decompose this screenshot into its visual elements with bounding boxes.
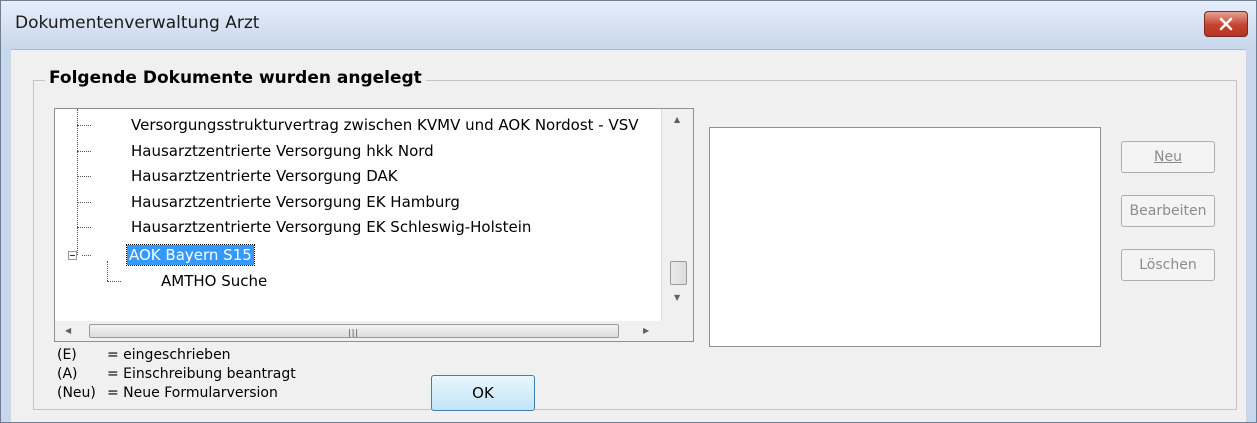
tree-item[interactable]: Hausarztzentrierte Versorgung EK Schlesw… xyxy=(131,217,531,237)
scroll-down-icon[interactable]: ▼ xyxy=(674,293,680,302)
detail-listbox[interactable] xyxy=(709,127,1101,347)
tree-connector xyxy=(107,281,121,282)
tree-connector xyxy=(77,125,91,126)
scroll-up-icon[interactable]: ▲ xyxy=(674,115,680,124)
ok-button-label: OK xyxy=(472,384,494,402)
legend-text: = Einschreibung beantragt xyxy=(107,366,296,382)
new-button[interactable]: Neu xyxy=(1121,141,1215,173)
document-tree[interactable]: Versorgungsstrukturvertrag zwischen KVMV… xyxy=(54,108,694,342)
edit-button[interactable]: Bearbeiten xyxy=(1121,195,1215,227)
window-frame-left xyxy=(1,49,11,422)
tree-item[interactable]: Hausarztzentrierte Versorgung hkk Nord xyxy=(131,141,434,161)
tree-connector xyxy=(77,202,91,203)
close-button[interactable] xyxy=(1204,11,1248,37)
dialog-window: Dokumentenverwaltung Arzt Folgende Dokum… xyxy=(0,0,1257,423)
new-button-label: Neu xyxy=(1154,149,1182,165)
legend-row: (A) = Einschreibung beantragt xyxy=(57,366,296,382)
tree-item[interactable]: Hausarztzentrierte Versorgung EK Hamburg xyxy=(131,192,460,212)
horizontal-scrollbar[interactable]: ◀ ||| ▶ xyxy=(55,321,661,341)
collapse-toggle-icon[interactable] xyxy=(68,251,77,260)
tree-item[interactable]: Versorgungsstrukturvertrag zwischen KVMV… xyxy=(131,115,639,135)
tree-connector xyxy=(107,261,108,281)
group-label: Folgende Dokumente wurden angelegt xyxy=(45,68,426,88)
tree-connector xyxy=(77,227,91,228)
vertical-scroll-thumb[interactable] xyxy=(670,261,687,285)
grip-icon: ||| xyxy=(348,328,360,337)
close-icon xyxy=(1219,17,1233,31)
legend-key: (A) xyxy=(57,366,78,382)
tree-connector xyxy=(77,176,91,177)
tree-connector xyxy=(77,109,78,255)
delete-button[interactable]: Löschen xyxy=(1121,249,1215,281)
edit-button-label: Bearbeiten xyxy=(1129,203,1207,219)
ok-button[interactable]: OK xyxy=(431,375,535,411)
legend-text: = eingeschrieben xyxy=(107,347,231,363)
vertical-scrollbar[interactable]: ▲ ▼ xyxy=(661,109,693,323)
tree-item[interactable]: Hausarztzentrierte Versorgung DAK xyxy=(131,166,398,186)
window-frame-right xyxy=(1246,49,1256,422)
legend-text: = Neue Formularversion xyxy=(107,385,278,401)
horizontal-scroll-thumb[interactable]: ||| xyxy=(89,324,619,338)
scroll-left-icon[interactable]: ◀ xyxy=(65,326,71,335)
legend-row: (Neu) = Neue Formularversion xyxy=(57,385,278,401)
delete-button-label: Löschen xyxy=(1139,257,1197,273)
legend-row: (E) = eingeschrieben xyxy=(57,347,231,363)
tree-child-item[interactable]: AMTHO Suche xyxy=(161,271,267,291)
window-title: Dokumentenverwaltung Arzt xyxy=(15,13,260,33)
scrollbar-corner xyxy=(661,321,693,341)
tree-connector xyxy=(77,151,91,152)
tree-connector xyxy=(82,255,91,256)
tree-item-selected[interactable]: AOK Bayern S15 xyxy=(126,244,255,266)
title-bar[interactable]: Dokumentenverwaltung Arzt xyxy=(1,1,1256,50)
legend-key: (E) xyxy=(57,347,77,363)
scroll-right-icon[interactable]: ▶ xyxy=(643,326,649,335)
legend-key: (Neu) xyxy=(57,385,96,401)
